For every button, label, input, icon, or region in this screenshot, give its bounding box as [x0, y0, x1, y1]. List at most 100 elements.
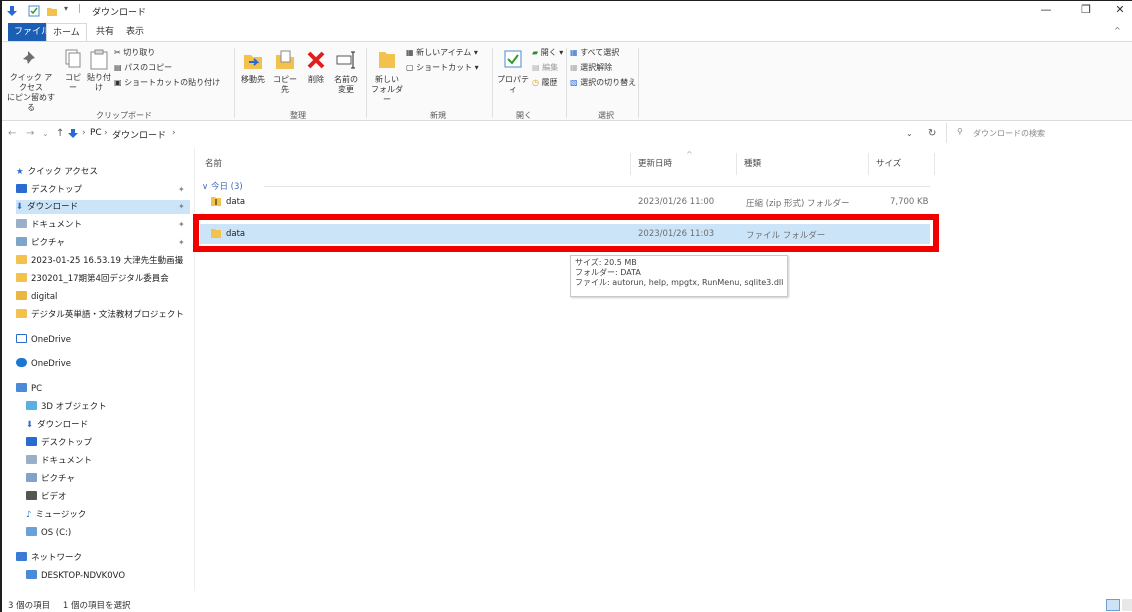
nav-label: PC [31, 384, 43, 394]
new-folder-quick-icon[interactable] [46, 5, 58, 17]
column-divider [736, 153, 737, 175]
ribbon-collapse-icon[interactable]: ^ [1114, 26, 1121, 35]
nav-item-folder[interactable]: digital [16, 290, 57, 304]
nav-item-pictures-pc[interactable]: ピクチャ [26, 472, 75, 486]
nav-item-folder[interactable]: デジタル英単語・文法教材プロジェクト [16, 308, 184, 322]
nav-item-pc[interactable]: PC [16, 382, 42, 396]
large-icons-view-button[interactable] [1122, 599, 1132, 611]
properties-button[interactable]: プロパティ [496, 48, 530, 95]
refresh-icon[interactable]: ↻ [928, 128, 936, 139]
tab-view[interactable]: 表示 [120, 23, 150, 41]
new-folder-button[interactable]: 新しい フォルダー [370, 48, 404, 105]
cut-button[interactable]: ✂ 切り取り [114, 48, 155, 58]
nav-item-folder[interactable]: 2023-01-25 16.53.19 大津先生動画撮 [16, 254, 192, 268]
sort-ascending-icon: ^ [686, 150, 693, 159]
nav-label: ダウンロード [27, 202, 79, 212]
copy-icon [65, 49, 81, 68]
nav-item-desktop-computer[interactable]: DESKTOP-NDVK0VO [26, 569, 125, 583]
customize-quick-access-chevron[interactable]: ▾ [64, 4, 68, 13]
copy-to-button[interactable]: コピー先 [270, 48, 300, 95]
tab-home[interactable]: ホーム [46, 23, 87, 41]
folder-icon [16, 273, 27, 282]
clipboard-group-label: クリップボード [96, 111, 152, 120]
select-group-label: 選択 [598, 111, 614, 120]
properties-checkbox-icon[interactable] [28, 5, 40, 17]
desktop-icon [16, 184, 27, 193]
copy-button[interactable]: コピー [62, 48, 84, 93]
nav-item-onedrive-2[interactable]: OneDrive [16, 357, 71, 371]
new-item-button[interactable]: ▦ 新しいアイテム ▾ [406, 48, 478, 58]
chevron-down-icon: ∨ [202, 182, 211, 192]
pin-to-quick-access-button[interactable]: クイック アクセス にピン留めする [6, 48, 56, 113]
column-header-modified[interactable]: 更新日時 [638, 157, 672, 169]
select-none-icon: ▦ [570, 63, 581, 72]
close-button[interactable]: ✕ [1106, 3, 1132, 19]
forward-button[interactable]: → [26, 128, 34, 139]
column-divider [934, 153, 935, 175]
move-to-icon [244, 55, 262, 69]
nav-label: ピクチャ [41, 474, 75, 484]
pinned-icon: ✦ [178, 220, 185, 229]
delete-button[interactable]: 削除 [304, 48, 328, 85]
move-to-button[interactable]: 移動先 [238, 48, 268, 85]
nav-item-pictures[interactable]: ピクチャ [16, 236, 65, 250]
edit-button[interactable]: ▤ 編集 [532, 63, 558, 73]
recent-locations-chevron[interactable]: ⌄ [42, 129, 49, 138]
nav-item-downloads-pc[interactable]: ⬇ ダウンロード [26, 418, 88, 432]
group-header-label: 今日 (3) [210, 182, 243, 192]
title-bar: ▾ | ダウンロード — ❐ ✕ [2, 1, 1132, 23]
paste-shortcut-button[interactable]: ▣ ショートカットの貼り付け [114, 78, 220, 88]
nav-item-network[interactable]: ネットワーク [16, 551, 82, 565]
minimize-button[interactable]: — [1032, 3, 1060, 19]
nav-label: OS (C:) [41, 528, 72, 538]
select-all-label: すべて選択 [580, 48, 620, 57]
nav-item-videos[interactable]: ビデオ [26, 490, 67, 504]
history-button[interactable]: ◷ 履歴 [532, 78, 558, 88]
copy-path-button[interactable]: ▤ パスのコピー [114, 63, 172, 73]
breadcrumb-pc[interactable]: PC [90, 128, 102, 138]
search-box[interactable]: ⚲ ダウンロードの検索 [946, 123, 1132, 143]
table-row[interactable]: data 2023/01/26 11:00 圧縮 (zip 形式) フォルダー … [200, 192, 930, 212]
maximize-button[interactable]: ❐ [1072, 3, 1100, 19]
paste-button[interactable]: 貼り付け [86, 48, 112, 93]
nav-item-desktop-pc[interactable]: デスクトップ [26, 436, 92, 450]
nav-label: ネットワーク [31, 553, 83, 563]
tab-share[interactable]: 共有 [90, 23, 120, 41]
highlight-box [193, 214, 939, 252]
select-all-icon: ▦ [570, 48, 581, 57]
column-header-name[interactable]: 名前 [205, 157, 222, 169]
column-header-size[interactable]: サイズ [876, 157, 901, 169]
address-dropdown-chevron[interactable]: ⌄ [906, 129, 913, 138]
download-location-icon [68, 129, 78, 138]
details-view-button[interactable] [1106, 599, 1120, 611]
up-button[interactable]: ↑ [56, 128, 64, 139]
pin-label-1: クイック アクセス [9, 73, 53, 92]
nav-item-documents[interactable]: ドキュメント [16, 218, 82, 232]
nav-label: デスクトップ [31, 185, 83, 195]
nav-item-desktop[interactable]: デスクトップ [16, 183, 82, 197]
group-header-today[interactable]: ∨ 今日 (3) [202, 180, 243, 192]
quick-access-header[interactable]: ★ クイック アクセス [16, 165, 98, 179]
easy-access-button[interactable]: ▢ ショートカット ▾ [406, 63, 479, 73]
breadcrumb-downloads[interactable]: ダウンロード [112, 128, 166, 141]
nav-item-os-drive[interactable]: OS (C:) [26, 526, 71, 540]
nav-item-folder[interactable]: 230201_17期第4回デジタル委員会 [16, 272, 169, 286]
select-none-label: 選択解除 [580, 63, 613, 72]
open-label: 開く ▾ [540, 48, 564, 57]
select-all-button[interactable]: ▦ すべて選択 [570, 48, 619, 58]
invert-selection-label: 選択の切り替え [580, 78, 637, 87]
nav-label: ビデオ [41, 492, 67, 502]
nav-label: 230201_17期第4回デジタル委員会 [31, 274, 169, 284]
tooltip-size: サイズ: 20.5 MB [575, 258, 637, 267]
open-button[interactable]: ▰ 開く ▾ [532, 48, 563, 58]
column-header-type[interactable]: 種類 [744, 157, 761, 169]
nav-item-onedrive-1[interactable]: OneDrive [16, 333, 71, 347]
nav-item-music[interactable]: ♪ ミュージック [26, 508, 86, 522]
rename-button[interactable]: 名前の 変更 [332, 48, 360, 95]
nav-item-downloads[interactable]: ⬇ ダウンロード [16, 200, 190, 214]
nav-item-documents-pc[interactable]: ドキュメント [26, 454, 92, 468]
back-button[interactable]: ← [8, 128, 16, 139]
select-none-button[interactable]: ▦ 選択解除 [570, 63, 612, 73]
nav-item-3d-objects[interactable]: 3D オブジェクト [26, 400, 107, 414]
invert-selection-button[interactable]: ▧ 選択の切り替え [570, 78, 636, 88]
